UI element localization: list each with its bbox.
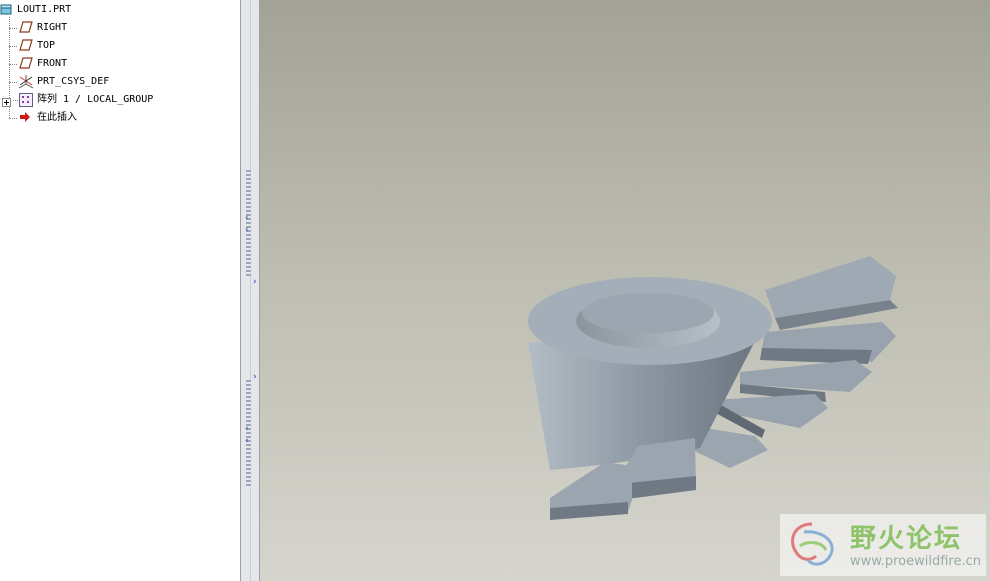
splitter-grip[interactable] <box>246 170 251 276</box>
graphics-viewport[interactable] <box>260 0 990 581</box>
expand-right-icon[interactable]: › <box>253 373 257 382</box>
tree-item-right[interactable]: RIGHT <box>0 19 120 37</box>
coordinate-system-icon <box>18 75 34 89</box>
tree-item-insert-here[interactable]: 在此插入 <box>0 109 120 127</box>
panel-splitter[interactable]: ‹ ‹ › › ‹ ‹ <box>240 0 260 581</box>
collapse-left-icon[interactable]: ‹ <box>245 425 249 434</box>
tree-item-csys[interactable]: PRT_CSYS_DEF <box>0 73 140 91</box>
expand-toggle-icon[interactable] <box>2 96 11 107</box>
tree-item-label: FRONT <box>37 58 68 69</box>
forum-title: 野火论坛 <box>850 524 963 554</box>
stair-step <box>710 394 828 438</box>
tree-item-label: LOUTI.PRT <box>17 4 72 15</box>
splitter-grip[interactable] <box>246 380 251 488</box>
collapse-left-icon[interactable]: ‹ <box>245 214 249 223</box>
tree-item-label: TOP <box>37 40 56 51</box>
model-tree-panel: LOUTI.PRT RIGHT TOP FRONT PRT_CSYS_DEF 阵… <box>0 0 240 581</box>
splitter-edge <box>240 0 241 581</box>
stair-step <box>765 256 898 330</box>
stair-step <box>550 462 632 520</box>
pattern-icon <box>19 93 33 107</box>
tree-item-top[interactable]: TOP <box>0 37 120 55</box>
forum-url: www.proewildfire.cn <box>850 554 981 569</box>
tree-item-label: RIGHT <box>37 22 68 33</box>
tree-item-label: 阵列 1 / LOCAL_GROUP <box>37 94 154 105</box>
datum-plane-icon <box>19 39 33 53</box>
part-model-render <box>528 256 898 520</box>
tree-item-root[interactable]: LOUTI.PRT <box>0 1 120 19</box>
insert-here-arrow-icon <box>19 111 33 125</box>
forum-logo-icon <box>791 522 834 566</box>
collapse-left-icon[interactable]: ‹ <box>245 226 249 235</box>
tree-item-pattern-group[interactable]: 阵列 1 / LOCAL_GROUP <box>0 91 170 109</box>
tree-item-label: PRT_CSYS_DEF <box>37 76 110 87</box>
collapse-left-icon[interactable]: ‹ <box>245 437 249 446</box>
tree-item-label: 在此插入 <box>37 112 77 123</box>
datum-plane-icon <box>19 21 33 35</box>
tree-item-front[interactable]: FRONT <box>0 55 120 73</box>
forum-watermark: 野火论坛 www.proewildfire.cn <box>780 514 986 576</box>
datum-plane-icon <box>19 57 33 71</box>
expand-right-icon[interactable]: › <box>253 278 257 287</box>
part-icon <box>0 3 14 17</box>
splitter-edge <box>250 0 251 581</box>
